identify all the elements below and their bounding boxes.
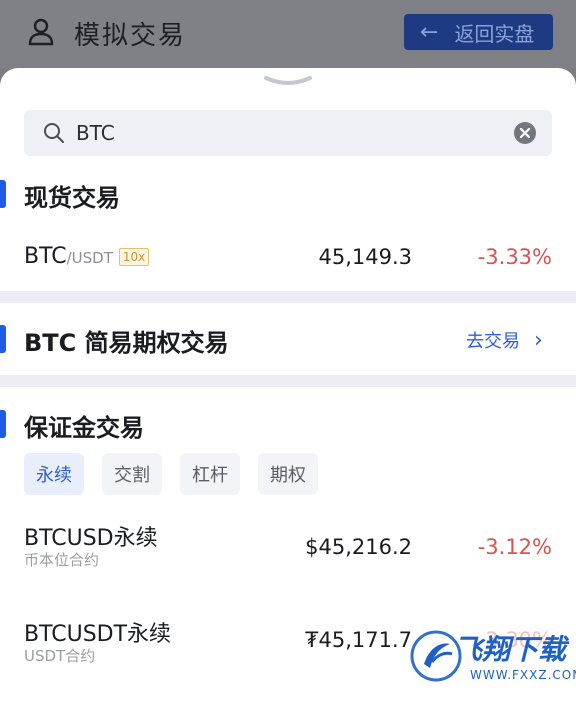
last-price: $45,216.2	[305, 535, 412, 559]
options-section-title: BTC 简易期权交易	[24, 329, 229, 357]
last-price: 45,149.3	[318, 245, 412, 269]
section-marker	[0, 410, 6, 438]
margin-tabs: 永续 交割 杠杆 期权	[24, 453, 318, 495]
section-divider	[0, 375, 576, 387]
page-title: 模拟交易	[74, 21, 187, 51]
top-bar: 模拟交易 ← 返回实盘	[0, 0, 576, 68]
section-marker	[0, 180, 6, 208]
clear-icon[interactable]	[514, 122, 536, 144]
go-trade-label: 去交易	[466, 331, 520, 352]
back-to-live-button[interactable]: ← 返回实盘	[404, 14, 553, 50]
search-icon	[44, 123, 64, 143]
arrow-left-icon: ←	[420, 19, 439, 45]
back-to-live-label: 返回实盘	[454, 21, 535, 46]
search-bar	[24, 110, 552, 156]
section-marker	[0, 325, 6, 353]
tab-delivery[interactable]: 交割	[102, 453, 162, 495]
watermark-url: WWW.FXXZ.COM	[470, 668, 576, 682]
tab-options[interactable]: 期权	[258, 453, 318, 495]
contract-type: USDT合约	[24, 647, 96, 665]
section-divider	[0, 291, 576, 303]
contract-name: BTCUSDT永续	[24, 622, 172, 647]
tab-leverage[interactable]: 杠杆	[180, 453, 240, 495]
price-change: -3.33%	[477, 245, 552, 269]
price-change: -3.12%	[477, 535, 552, 559]
margin-section-title: 保证金交易	[24, 414, 144, 442]
pair-base: BTC	[24, 244, 67, 269]
go-trade-link[interactable]: 去交易 ›	[466, 327, 543, 353]
search-sheet: 现货交易 BTC/USDT 10x 45,149.3 -3.33% BTC 简易期…	[0, 68, 576, 708]
pair-quote: /USDT	[66, 249, 113, 267]
user-icon[interactable]	[26, 16, 56, 46]
sheet-handle-icon[interactable]	[262, 74, 314, 90]
chevron-right-icon: ›	[534, 327, 543, 353]
spot-section-title: 现货交易	[24, 184, 120, 212]
contract-type: 币本位合约	[24, 551, 100, 569]
last-price: ₮45,171.7	[305, 628, 412, 652]
contract-name: BTCUSD永续	[24, 526, 158, 551]
watermark-text: 飞翔下载	[454, 633, 567, 666]
leverage-badge: 10x	[118, 248, 150, 266]
search-input[interactable]	[76, 110, 476, 156]
tab-perpetual[interactable]: 永续	[24, 453, 84, 495]
